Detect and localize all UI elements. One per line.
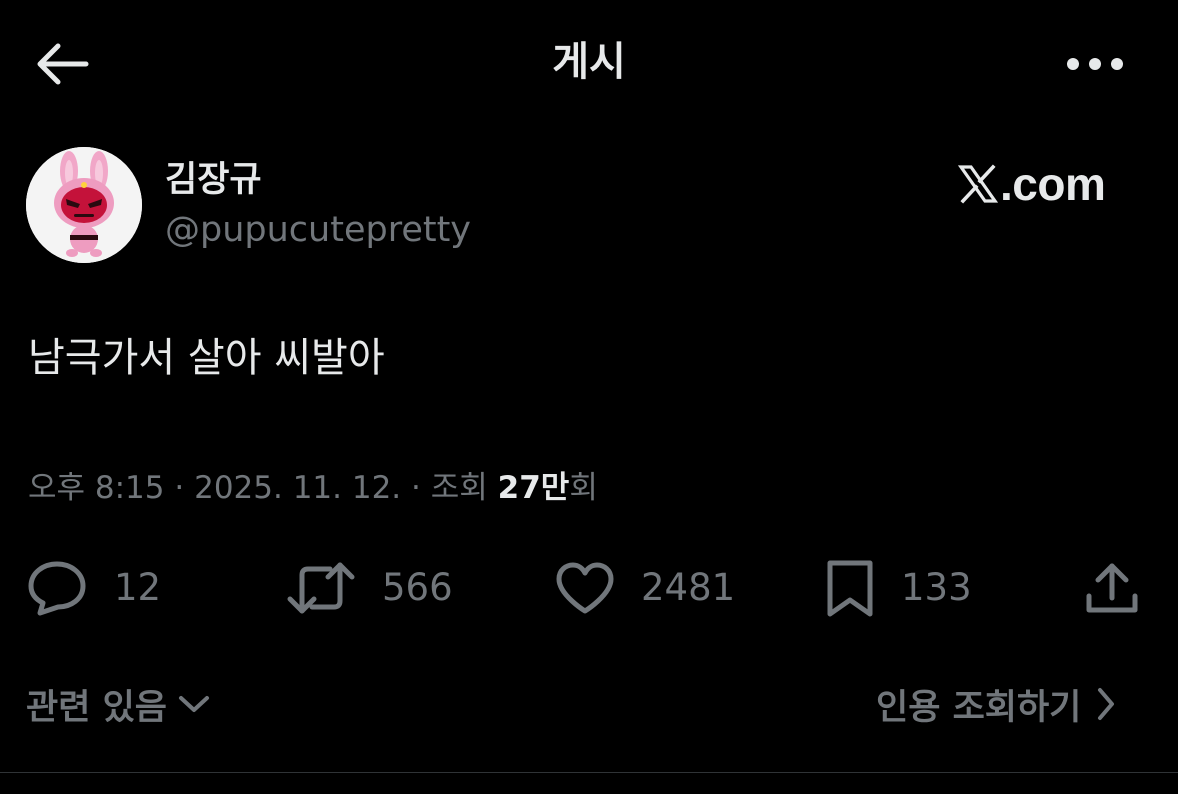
reply-count: 12 bbox=[114, 566, 162, 609]
views-count: 27만 bbox=[497, 470, 570, 506]
heart-icon bbox=[556, 562, 614, 614]
meta-separator: · bbox=[174, 470, 195, 506]
related-toggle[interactable]: 관련 있음 bbox=[26, 678, 211, 730]
back-button[interactable] bbox=[30, 38, 92, 90]
more-options-button[interactable] bbox=[1060, 40, 1130, 88]
view-quotes-link[interactable]: 인용 조회하기 bbox=[876, 678, 1117, 730]
divider bbox=[0, 772, 1178, 773]
share-button[interactable] bbox=[1084, 556, 1140, 620]
repost-arrows-icon bbox=[287, 562, 355, 614]
share-upload-icon bbox=[1086, 563, 1138, 613]
author-handle[interactable]: @pupucutepretty bbox=[165, 206, 471, 254]
watermark-text: .com bbox=[1000, 158, 1106, 210]
tweet-text: 남극가서 살아 씨발아 bbox=[28, 335, 385, 381]
tweet-time[interactable]: 오후 8:15 bbox=[28, 470, 165, 506]
views-label-suffix: 회 bbox=[569, 470, 598, 506]
repost-button[interactable]: 566 bbox=[286, 556, 453, 620]
chevron-down-icon bbox=[179, 696, 209, 712]
bookmark-count: 133 bbox=[901, 566, 972, 609]
x-com-watermark: .com bbox=[958, 156, 1128, 212]
views-label-prefix: 조회 bbox=[430, 470, 488, 506]
like-count: 2481 bbox=[641, 566, 736, 609]
meta-separator: · bbox=[411, 470, 431, 506]
views-link[interactable]: 조회 27만회 bbox=[431, 470, 598, 506]
x-logo-icon bbox=[958, 164, 998, 204]
arrow-left-icon bbox=[37, 43, 89, 85]
related-label: 관련 있음 bbox=[26, 687, 167, 728]
quotes-label: 인용 조회하기 bbox=[876, 687, 1082, 728]
bookmark-icon bbox=[827, 560, 873, 617]
bookmark-button[interactable]: 133 bbox=[825, 556, 972, 620]
avatar[interactable] bbox=[26, 147, 142, 263]
author-display-name[interactable]: 김장규 bbox=[165, 158, 262, 202]
tweet-date[interactable]: 2025. 11. 12. bbox=[194, 470, 401, 506]
page-title: 게시 bbox=[552, 39, 626, 85]
like-button[interactable]: 2481 bbox=[555, 556, 735, 620]
pink-rabbit-mascot-icon bbox=[26, 147, 142, 263]
tweet-meta: 오후 8:15 · 2025. 11. 12. · 조회 27만회 bbox=[28, 466, 598, 510]
more-horizontal-icon bbox=[1067, 58, 1123, 70]
chevron-right-icon bbox=[1098, 688, 1115, 720]
repost-count: 566 bbox=[382, 566, 453, 609]
speech-bubble-icon bbox=[28, 561, 86, 616]
reply-button[interactable]: 12 bbox=[26, 556, 161, 620]
